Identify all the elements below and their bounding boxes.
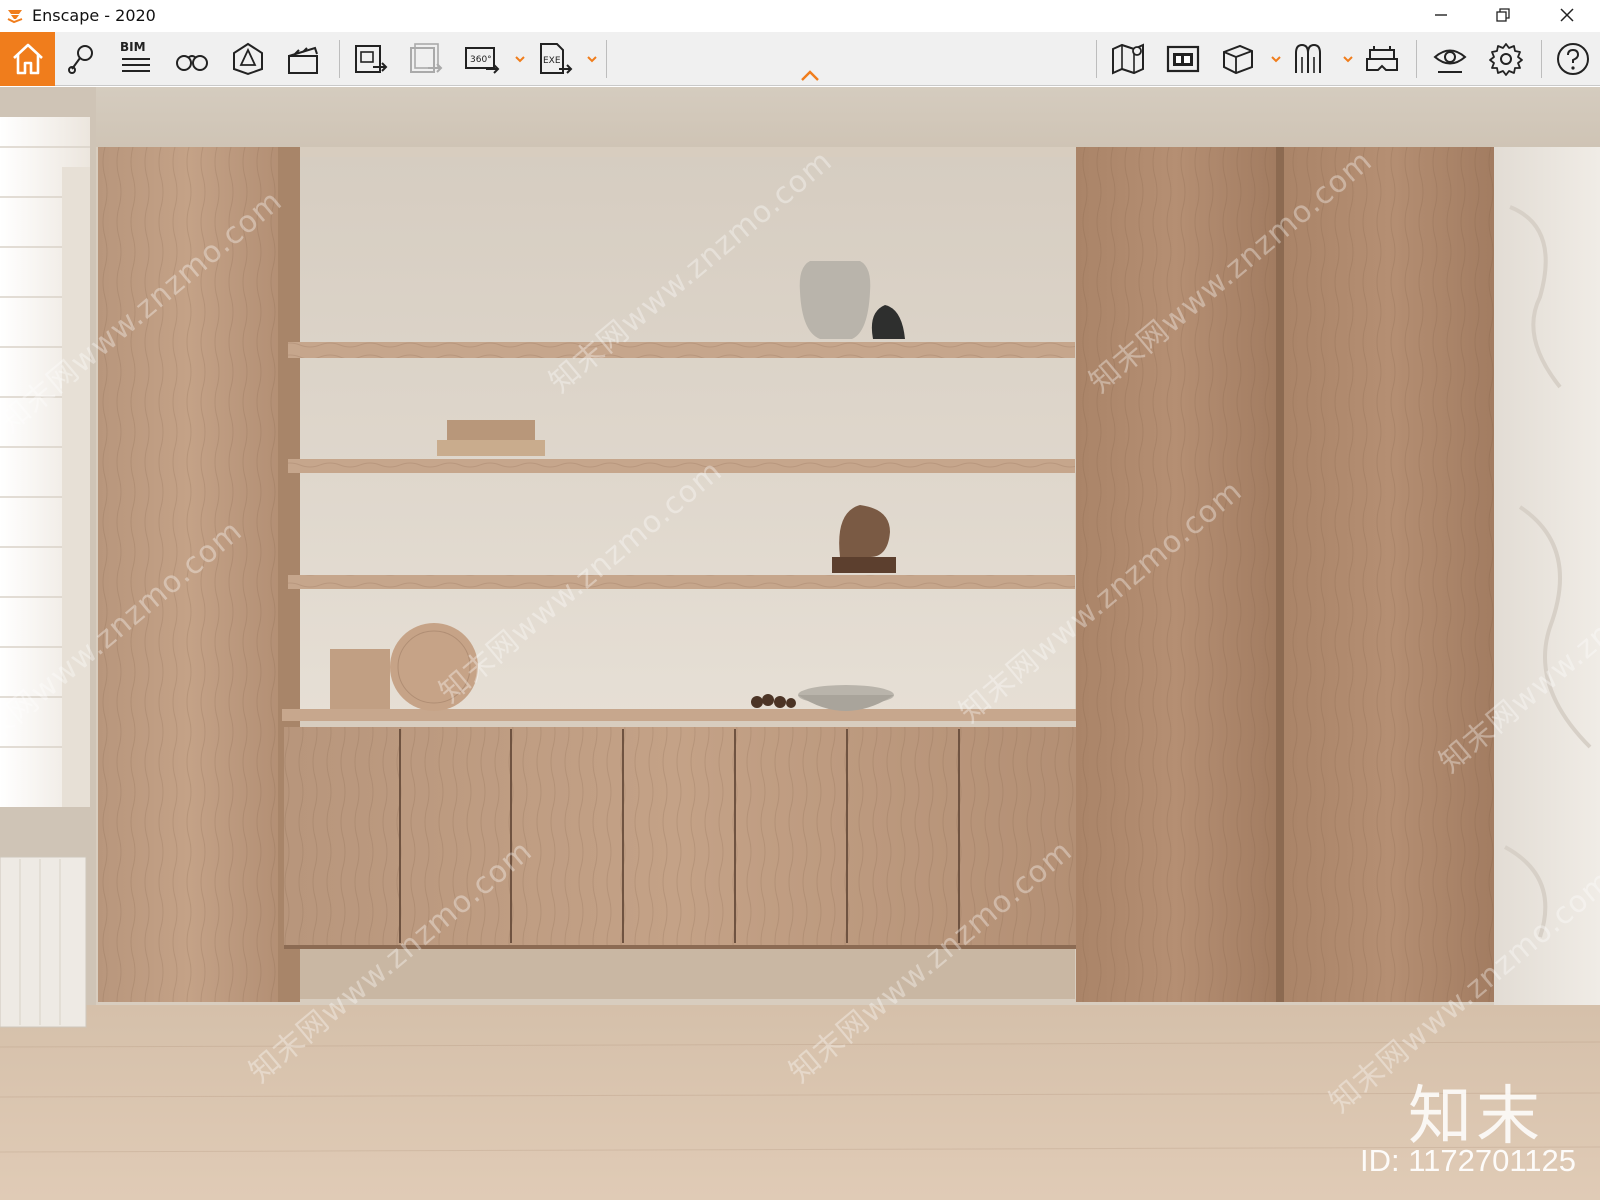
home-icon bbox=[12, 43, 43, 75]
chevron-down-icon[interactable] bbox=[1270, 54, 1282, 64]
window-title: Enscape - 2020 bbox=[32, 6, 156, 25]
minimize-icon bbox=[1435, 14, 1447, 16]
bim-label: BIM bbox=[120, 40, 146, 54]
chevron-down-icon[interactable] bbox=[586, 54, 598, 64]
scene-render bbox=[0, 87, 1600, 1200]
svg-text:360°: 360° bbox=[470, 55, 492, 65]
visual-settings-icon bbox=[1433, 49, 1467, 73]
chevron-up-icon[interactable] bbox=[799, 69, 821, 83]
export-image-button[interactable] bbox=[351, 39, 391, 79]
video-editor-icon bbox=[288, 46, 318, 74]
title-bar: Enscape - 2020 bbox=[0, 0, 1600, 32]
chevron-down-icon[interactable] bbox=[1342, 54, 1354, 64]
vr-headset-button[interactable] bbox=[1362, 39, 1402, 79]
export-exe-icon: EXE bbox=[540, 43, 573, 74]
toolbar-separator bbox=[1416, 40, 1417, 78]
settings-button[interactable] bbox=[1486, 39, 1526, 79]
minimize-button[interactable] bbox=[1418, 0, 1464, 30]
image-id-text: ID: 1172701125 bbox=[1360, 1143, 1577, 1178]
help-button[interactable] bbox=[1553, 39, 1593, 79]
binoculars-button[interactable] bbox=[172, 39, 212, 79]
material-editor-icon bbox=[1295, 43, 1321, 73]
light-view-icon bbox=[233, 42, 263, 76]
asset-library-icon bbox=[1223, 44, 1253, 75]
toolbar-separator bbox=[1096, 40, 1097, 78]
map-icon bbox=[1112, 43, 1144, 75]
vr-headset-icon bbox=[1366, 46, 1398, 71]
binoculars-icon bbox=[176, 55, 208, 71]
location-pin-button[interactable] bbox=[62, 39, 102, 79]
views-manager-button[interactable] bbox=[1163, 39, 1203, 79]
settings-icon bbox=[1489, 43, 1523, 76]
restore-button[interactable] bbox=[1480, 0, 1526, 30]
toolbar-separator bbox=[1541, 40, 1542, 78]
asset-library-button[interactable] bbox=[1218, 39, 1258, 79]
export-image-icon bbox=[355, 45, 388, 73]
visual-settings-button[interactable] bbox=[1430, 39, 1470, 79]
batch-export-button[interactable] bbox=[406, 39, 446, 79]
close-button[interactable] bbox=[1544, 0, 1590, 30]
batch-export-icon bbox=[410, 43, 443, 73]
video-editor-button[interactable] bbox=[283, 39, 323, 79]
restore-icon bbox=[1496, 8, 1510, 22]
location-pin-icon bbox=[68, 45, 93, 74]
close-icon bbox=[1560, 8, 1574, 22]
panorama-360-button[interactable]: 360° bbox=[462, 39, 502, 79]
map-button[interactable] bbox=[1108, 39, 1148, 79]
render-viewport[interactable]: 知末网www.znzmo.com 知末网www.znzmo.com 知末网www… bbox=[0, 87, 1600, 1200]
toolbar-separator bbox=[339, 40, 340, 78]
toolbar-separator bbox=[606, 40, 607, 78]
material-editor-button[interactable] bbox=[1290, 39, 1330, 79]
enscape-logo-icon bbox=[7, 10, 23, 24]
views-manager-icon bbox=[1166, 45, 1200, 73]
panorama-360-icon: 360° bbox=[465, 47, 500, 74]
home-button[interactable] bbox=[0, 32, 55, 86]
chevron-down-icon[interactable] bbox=[514, 54, 526, 64]
export-exe-button[interactable]: EXE bbox=[535, 39, 575, 79]
light-view-button[interactable] bbox=[228, 39, 268, 79]
help-icon bbox=[1557, 43, 1589, 75]
svg-text:EXE: EXE bbox=[543, 56, 561, 66]
